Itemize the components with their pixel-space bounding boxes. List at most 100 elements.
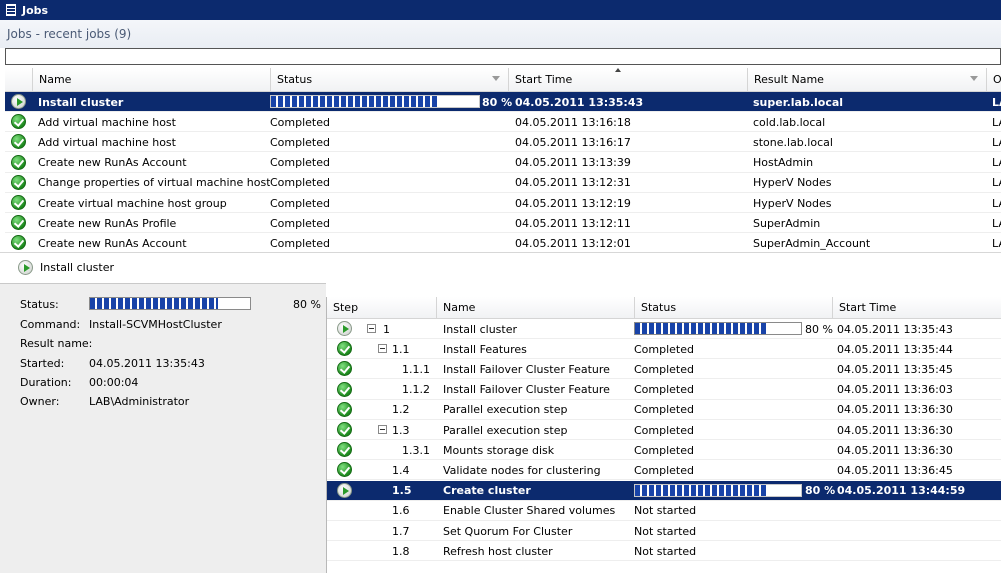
job-name: Change properties of virtual machine hos… [38, 176, 270, 190]
table-row[interactable]: 1 Install cluster 80 % 04.05.2011 13:35:43 [327, 319, 1001, 339]
table-row[interactable]: 1.1.1 Install Failover Cluster Feature Com… [327, 359, 1001, 380]
step-name: Refresh host cluster [443, 544, 553, 558]
filter-dropdown-icon[interactable] [970, 76, 978, 81]
play-icon [11, 94, 26, 109]
check-icon [11, 195, 26, 210]
column-header-owner[interactable]: Ow [987, 68, 1001, 92]
table-row[interactable]: Create virtual machine host group Complet… [5, 193, 1001, 213]
job-result-name: HyperV Nodes [753, 196, 832, 210]
filter-dropdown-icon[interactable] [492, 76, 500, 81]
job-status: Completed [270, 216, 330, 230]
job-status: Completed [270, 176, 330, 190]
step-name: Enable Cluster Shared volumes [443, 504, 616, 518]
job-start-time: 04.05.2011 13:12:11 [515, 216, 631, 230]
job-name: Install cluster [38, 95, 124, 109]
table-row[interactable]: 1.2 Parallel execution step Completed 04.05… [327, 400, 1001, 420]
table-row[interactable]: 1.1 Install Features Completed 04.05.2011 1… [327, 339, 1001, 360]
step-start-time [837, 501, 1001, 521]
step-start-time: 04.05.2011 13:36:30 [837, 423, 953, 437]
column-header-label: Ow [993, 73, 1001, 86]
job-name: Create virtual machine host group [38, 196, 227, 210]
check-icon [337, 361, 352, 377]
step-status: Completed [634, 403, 694, 417]
table-row[interactable]: 1.1.2 Install Failover Cluster Feature Com… [327, 380, 1001, 400]
column-header-step[interactable]: Step [327, 297, 437, 319]
table-row[interactable]: 1.6 Enable Cluster Shared volumes Not star… [327, 501, 1001, 521]
column-header-label: Step [333, 301, 359, 314]
collapse-toggle-icon[interactable] [367, 324, 376, 333]
column-header-label: Start Time [839, 301, 897, 314]
column-header-status[interactable]: Status [271, 68, 509, 92]
job-start-time: 04.05.2011 13:12:31 [515, 176, 631, 190]
job-progress-fill [271, 96, 438, 107]
column-header-icon[interactable] [5, 68, 33, 92]
check-icon [337, 401, 352, 417]
step-number: 1.1.1 [402, 362, 430, 376]
table-row[interactable]: Install cluster 80 % 04.05.2011 13:35:43 su… [5, 92, 1001, 112]
play-icon [18, 260, 33, 275]
column-header-label: Status [641, 301, 677, 314]
check-icon [337, 442, 352, 458]
table-row[interactable]: Change properties of virtual machine hos… [5, 173, 1001, 193]
step-number: 1.1 [392, 342, 410, 356]
step-name: Install Failover Cluster Feature [443, 362, 610, 376]
prop-duration-label: Duration: [20, 375, 72, 389]
collapse-toggle-icon[interactable] [378, 425, 387, 434]
job-start-time: 04.05.2011 13:12:19 [515, 196, 631, 210]
table-row[interactable]: 1.4 Validate nodes for clustering Complete… [327, 460, 1001, 481]
table-row[interactable]: 1.5 Create cluster 80 % 04.05.2011 13:44:59 [327, 480, 1001, 501]
collapse-toggle-icon[interactable] [378, 344, 387, 354]
column-header-result-name[interactable]: Result Name [748, 68, 987, 92]
job-result-name: SuperAdmin_Account [753, 236, 871, 250]
table-row[interactable]: Add virtual machine host Completed 04.05.2… [5, 132, 1001, 153]
step-name: Install Failover Cluster Feature [443, 383, 610, 397]
job-name: Create new RunAs Profile [38, 216, 177, 230]
step-status: 80 % [805, 484, 835, 498]
column-header-name[interactable]: Name [437, 297, 635, 319]
job-start-time: 04.05.2011 13:12:01 [515, 236, 631, 250]
filter-input[interactable] [5, 48, 1001, 65]
check-icon [11, 174, 26, 190]
job-owner: LA [992, 95, 1001, 109]
table-row[interactable]: 1.3 Parallel execution step Completed 04.05… [327, 420, 1001, 440]
job-owner: LA [992, 176, 1001, 190]
step-name: Validate nodes for clustering [443, 463, 601, 477]
prop-command-value: Install-SCVMHostCluster [89, 317, 222, 331]
table-row[interactable]: Add virtual machine host Completed 04.05.2… [5, 112, 1001, 133]
prop-command-label: Command: [20, 317, 81, 331]
job-status: Completed [270, 236, 330, 250]
prop-status-value: 80 % [293, 297, 321, 311]
column-header-start-time[interactable]: Start Time [509, 68, 748, 92]
step-number: 1 [383, 322, 390, 336]
table-row[interactable]: 1.7 Set Quorum For Cluster Not started [327, 521, 1001, 541]
job-owner: LA [992, 216, 1001, 230]
job-properties-panel: Status: 80 % Command: Install-SCVMHostCl… [0, 283, 326, 573]
job-name: Create new RunAs Account [38, 156, 187, 170]
step-name: Set Quorum For Cluster [443, 524, 573, 538]
job-status: 80 % [482, 95, 512, 109]
step-start-time: 04.05.2011 13:36:30 [837, 403, 953, 417]
column-header-status[interactable]: Status [635, 297, 833, 319]
job-status: Completed [270, 156, 330, 170]
check-icon [337, 422, 352, 437]
table-row[interactable]: 1.3.1 Mounts storage disk Completed 04.05.2… [327, 440, 1001, 461]
job-status: Completed [270, 196, 330, 210]
table-row[interactable]: Create new RunAs Profile Completed 04.05.2… [5, 213, 1001, 234]
step-name: Install Features [443, 342, 527, 356]
column-header-label: Start Time [515, 73, 573, 86]
column-header-start-time[interactable]: Start Time [833, 297, 1001, 319]
step-name: Install cluster [443, 322, 518, 336]
job-owner: LA [992, 156, 1001, 170]
job-name: Create new RunAs Account [38, 236, 187, 250]
table-row[interactable]: Create new RunAs Account Completed 04.05.2… [5, 233, 1001, 252]
table-row[interactable]: Create new RunAs Account Completed 04.05.2… [5, 153, 1001, 173]
step-name: Parallel execution step [443, 423, 568, 437]
step-start-time: 04.05.2011 13:36:45 [837, 463, 953, 477]
column-header-name[interactable]: Name [33, 68, 271, 92]
table-row[interactable]: 1.8 Refresh host cluster Not started [327, 541, 1001, 562]
step-number: 1.3.1 [402, 443, 430, 457]
sort-ascending-icon[interactable] [615, 68, 621, 72]
window-title: Jobs [22, 3, 49, 17]
job-name: Add virtual machine host [38, 135, 176, 149]
job-status: Completed [270, 135, 330, 149]
